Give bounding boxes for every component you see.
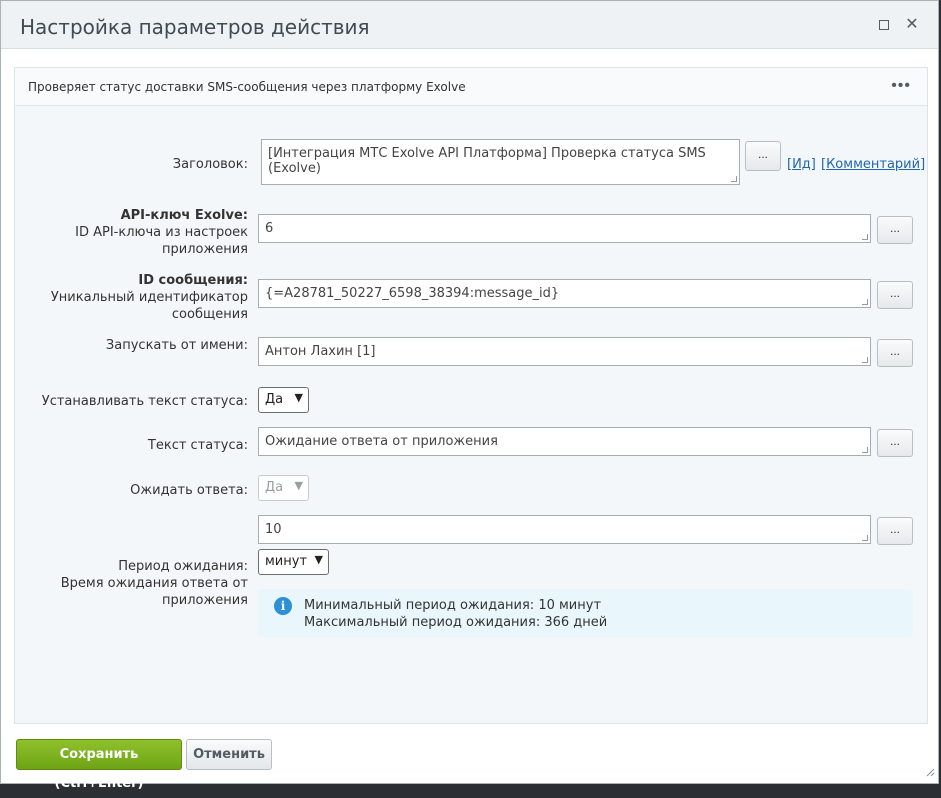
api-key-label: API-ключ Exolve:	[120, 208, 248, 223]
title-textarea[interactable]: [Интеграция МТС Exolve API Платформа] Пр…	[261, 139, 740, 185]
period-hint-2: приложения	[162, 593, 248, 608]
id-link-text[interactable]: Ид	[792, 157, 811, 172]
period-label: Период ожидания:	[118, 559, 248, 574]
status-text-input[interactable]: Ожидание ответа от приложения	[258, 427, 871, 456]
chevron-down-icon: ▼	[314, 553, 323, 566]
info-icon: i	[274, 597, 292, 615]
chevron-down-icon: ▼	[294, 391, 303, 404]
maximize-button[interactable]	[877, 18, 891, 32]
close-icon: ✕	[905, 16, 919, 33]
panel-header: Проверяет статус доставки SMS-сообщения …	[15, 68, 927, 106]
wait-select: Да ▼	[258, 475, 309, 501]
id-link[interactable]: [Ид]	[787, 157, 816, 172]
status-text-insert-button[interactable]: ...	[877, 429, 913, 457]
comment-link[interactable]: [Комментарий]	[821, 157, 925, 172]
wait-label: Ожидать ответа:	[130, 483, 248, 498]
run-as-input[interactable]: Антон Лахин [1]	[258, 337, 871, 366]
action-settings-dialog: Настройка параметров действия ✕ Проверяе…	[0, 0, 939, 791]
message-id-hint-2: сообщения	[171, 307, 248, 322]
title-label: Заголовок:	[172, 157, 248, 172]
period-unit-value: минут	[265, 554, 308, 569]
resize-grip-icon[interactable]	[925, 767, 935, 777]
set-status-value: Да	[265, 392, 284, 407]
chevron-down-icon: ▼	[294, 479, 303, 492]
dialog-title: Настройка параметров действия	[20, 15, 370, 39]
title-insert-button[interactable]: ...	[745, 141, 781, 171]
info-max-period: Максимальный период ожидания: 366 дней	[304, 615, 608, 630]
more-dots-icon[interactable]: •••	[891, 77, 911, 95]
dialog-titlebar: Настройка параметров действия ✕	[1, 1, 938, 49]
save-button[interactable]: Сохранить (Ctrl+Enter)	[16, 739, 182, 791]
message-id-hint-1: Уникальный идентификатор	[50, 290, 248, 305]
cancel-button[interactable]: Отменить	[186, 739, 272, 770]
api-key-insert-button[interactable]: ...	[877, 216, 913, 244]
period-label-block: Период ожидания: Время ожидания ответа о…	[41, 558, 248, 609]
period-info-box: i Минимальный период ожидания: 10 минут …	[258, 589, 913, 637]
set-status-select[interactable]: Да ▼	[258, 387, 309, 413]
close-button[interactable]: ✕	[905, 16, 919, 33]
run-as-insert-button[interactable]: ...	[877, 339, 913, 367]
status-text-label: Текст статуса:	[147, 438, 248, 453]
comment-link-text[interactable]: Комментарий	[826, 157, 920, 172]
info-min-period: Минимальный период ожидания: 10 минут	[304, 598, 602, 613]
api-key-hint-2: приложения	[162, 242, 248, 257]
api-key-hint-1: ID API-ключа из настроек	[75, 225, 248, 240]
action-description: Проверяет статус доставки SMS-сообщения …	[28, 80, 466, 94]
set-status-label: Устанавливать текст статуса:	[41, 394, 248, 409]
maximize-icon	[879, 20, 889, 30]
period-hint-1: Время ожидания ответа от	[60, 576, 248, 591]
period-input[interactable]: 10	[258, 515, 871, 544]
api-key-label-block: API-ключ Exolve: ID API-ключа из настрое…	[41, 207, 248, 258]
message-id-input[interactable]: {=A28781_50227_6598_38394:message_id}	[258, 279, 871, 308]
period-insert-button[interactable]: ...	[877, 517, 913, 545]
message-id-label: ID сообщения:	[138, 273, 248, 288]
message-id-insert-button[interactable]: ...	[877, 281, 913, 309]
period-unit-select[interactable]: минут ▼	[258, 549, 329, 575]
message-id-label-block: ID сообщения: Уникальный идентификатор с…	[41, 272, 248, 323]
run-as-label: Запускать от имени:	[105, 338, 248, 353]
api-key-input[interactable]: 6	[258, 214, 871, 243]
wait-value: Да	[265, 480, 284, 495]
